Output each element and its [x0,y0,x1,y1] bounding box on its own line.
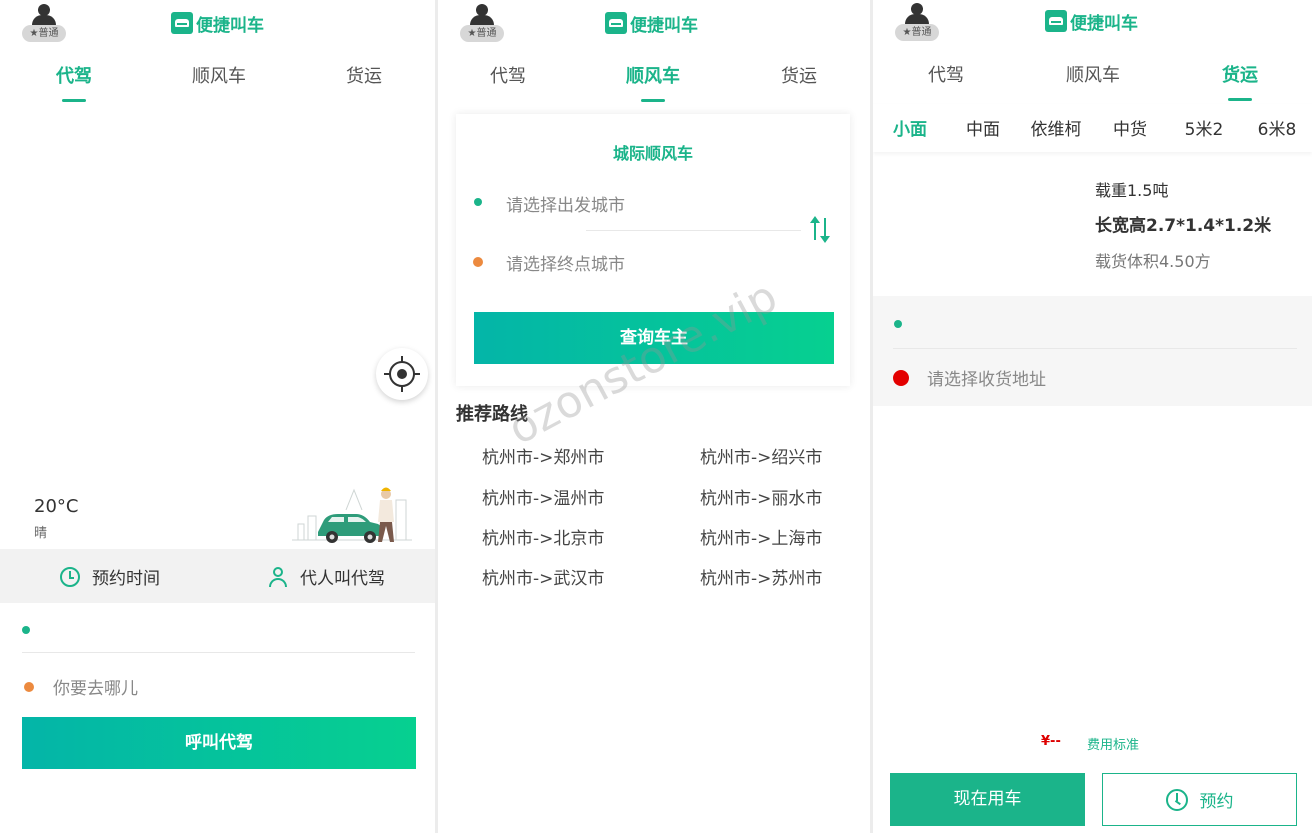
origin-field[interactable] [46,612,416,648]
weather-temperature: 20°C [34,496,79,517]
route-item[interactable]: 杭州市->北京市 [482,524,604,549]
avatar[interactable]: ★普通 [22,4,66,42]
destination-input[interactable]: 你要去哪儿 [53,674,138,699]
card-title: 城际顺风车 [612,144,693,163]
vehicle-type-tab[interactable]: 小面 [893,115,927,140]
reserve-time-option[interactable]: 预约时间 [60,564,160,589]
divider [893,348,1297,349]
header: ★普通 便捷叫车 [438,0,870,46]
call-driver-button[interactable]: 呼叫代驾 [22,717,416,769]
from-city-input[interactable]: 请选择出发城市 [506,191,625,216]
destination-dot [24,682,34,692]
vehicle-type-tabs: 小面 中面 依维柯 中货 5米2 6米8 [873,104,1312,152]
divider [22,652,415,653]
spec-load: 载重1.5吨 [1095,181,1169,200]
call-for-others-option[interactable]: 代人叫代驾 [268,564,385,589]
brand-title: 便捷叫车 [1045,9,1138,34]
book-button[interactable]: 预约 [1102,773,1297,826]
tab-freight[interactable]: 货运 [346,62,382,88]
member-badge: ★普通 [460,25,504,42]
tab-bar: 代驾 顺风车 货运 [438,56,870,104]
swap-icon[interactable] [810,216,832,243]
locate-button[interactable] [376,348,428,400]
avatar[interactable]: ★普通 [460,4,504,42]
clock-icon [60,566,80,587]
vehicle-type-tab[interactable]: 中货 [1113,115,1147,140]
route-item[interactable]: 杭州市->绍兴市 [700,443,822,468]
vehicle-type-tab[interactable]: 中面 [966,115,1000,140]
car-logo-icon [605,12,627,34]
weather-description: 晴 [34,526,48,541]
route-item[interactable]: 杭州市->温州市 [482,484,604,509]
brand-title: 便捷叫车 [171,11,264,36]
car-logo-icon [1045,10,1067,32]
car-logo-icon [171,12,193,34]
vehicle-type-tab[interactable]: 6米8 [1258,115,1297,140]
origin-dot [474,198,482,206]
clock-icon [1165,788,1188,811]
spec-volume: 载货体积4.50方 [1095,252,1211,271]
header: ★普通 便捷叫车 [873,0,1312,46]
route-item[interactable]: 杭州市->武汉市 [482,564,604,589]
member-badge: ★普通 [895,24,939,41]
tab-driver[interactable]: 代驾 [56,62,92,88]
tab-driver[interactable]: 代驾 [490,62,526,88]
avatar[interactable]: ★普通 [895,3,939,41]
driver-car-illustration [292,487,412,543]
spec-size: 长宽高2.7*1.4*1.2米 [1095,216,1272,236]
receive-address-input[interactable]: 请选择收货地址 [927,365,1046,390]
option-bar: 预约时间 代人叫代驾 [0,549,435,603]
brand-title: 便捷叫车 [605,11,698,36]
screen-freight: ★普通 便捷叫车 代驾 顺风车 货运 小面 中面 依维柯 中货 5米2 6米8 … [873,0,1312,833]
screen-designated-driver: ★普通 便捷叫车 代驾 顺风车 货运 20°C 晴 预约时间 代人叫代驾 你要去… [0,0,435,833]
fee-standard-link[interactable]: 费用标准 [1087,734,1139,753]
tab-driver[interactable]: 代驾 [928,61,964,87]
destination-dot [473,257,483,267]
route-item[interactable]: 杭州市->丽水市 [700,484,822,509]
tab-carpool[interactable]: 顺风车 [626,62,680,88]
person-icon [268,566,288,587]
tab-carpool[interactable]: 顺风车 [1066,61,1120,87]
route-item[interactable]: 杭州市->苏州市 [700,564,822,589]
tab-bar: 代驾 顺风车 货运 [0,56,435,104]
tab-carpool[interactable]: 顺风车 [192,62,246,88]
pickup-field[interactable] [917,306,1297,342]
vehicle-type-tab[interactable]: 依维柯 [1031,115,1082,140]
address-panel: 请选择收货地址 [873,296,1312,406]
route-item[interactable]: 杭州市->上海市 [700,524,822,549]
origin-dot [22,626,30,634]
vehicle-type-tab[interactable]: 5米2 [1185,115,1224,140]
receive-dot [893,370,909,386]
divider [586,230,801,231]
tab-bar: 代驾 顺风车 货运 [873,55,1312,103]
tab-freight[interactable]: 货运 [1222,61,1258,87]
tab-freight[interactable]: 货运 [781,62,817,88]
use-now-button[interactable]: 现在用车 [890,773,1085,826]
member-badge: ★普通 [22,25,66,42]
pickup-dot [894,320,902,328]
to-city-input[interactable]: 请选择终点城市 [506,250,625,275]
price-value: ¥-- [1041,734,1061,749]
route-item[interactable]: 杭州市->郑州市 [482,443,604,468]
header: ★普通 便捷叫车 [0,0,435,46]
